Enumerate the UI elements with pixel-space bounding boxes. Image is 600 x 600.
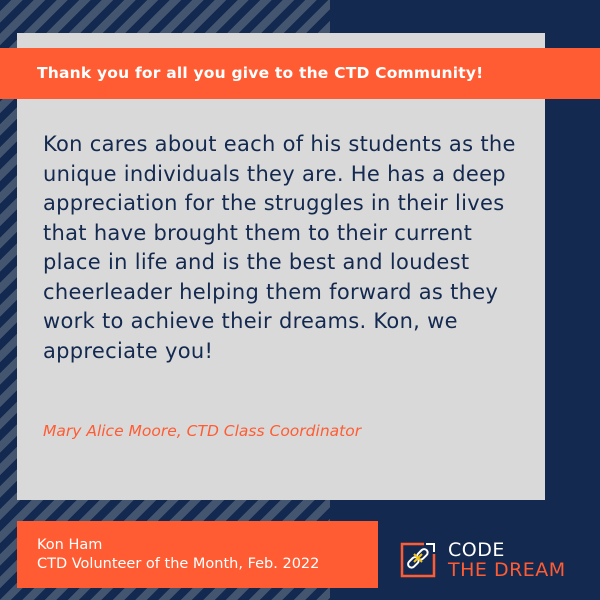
logo-line-2: THE DREAM: [448, 559, 566, 581]
logo-line-1: CODE: [448, 539, 505, 561]
code-the-dream-logo: CODE THE DREAM: [400, 540, 566, 580]
volunteer-title: CTD Volunteer of the Month, Feb. 2022: [37, 556, 320, 572]
thank-you-banner: Thank you for all you give to the CTD Co…: [0, 48, 600, 99]
quote-text: Kon cares about each of his students as …: [43, 132, 516, 363]
quote-author: Mary Alice Moore, CTD Class Coordinator: [43, 422, 362, 440]
volunteer-name: Kon Ham: [37, 537, 103, 553]
volunteer-box: Kon Ham CTD Volunteer of the Month, Feb.…: [17, 521, 378, 588]
chain-link-icon: [400, 542, 436, 578]
